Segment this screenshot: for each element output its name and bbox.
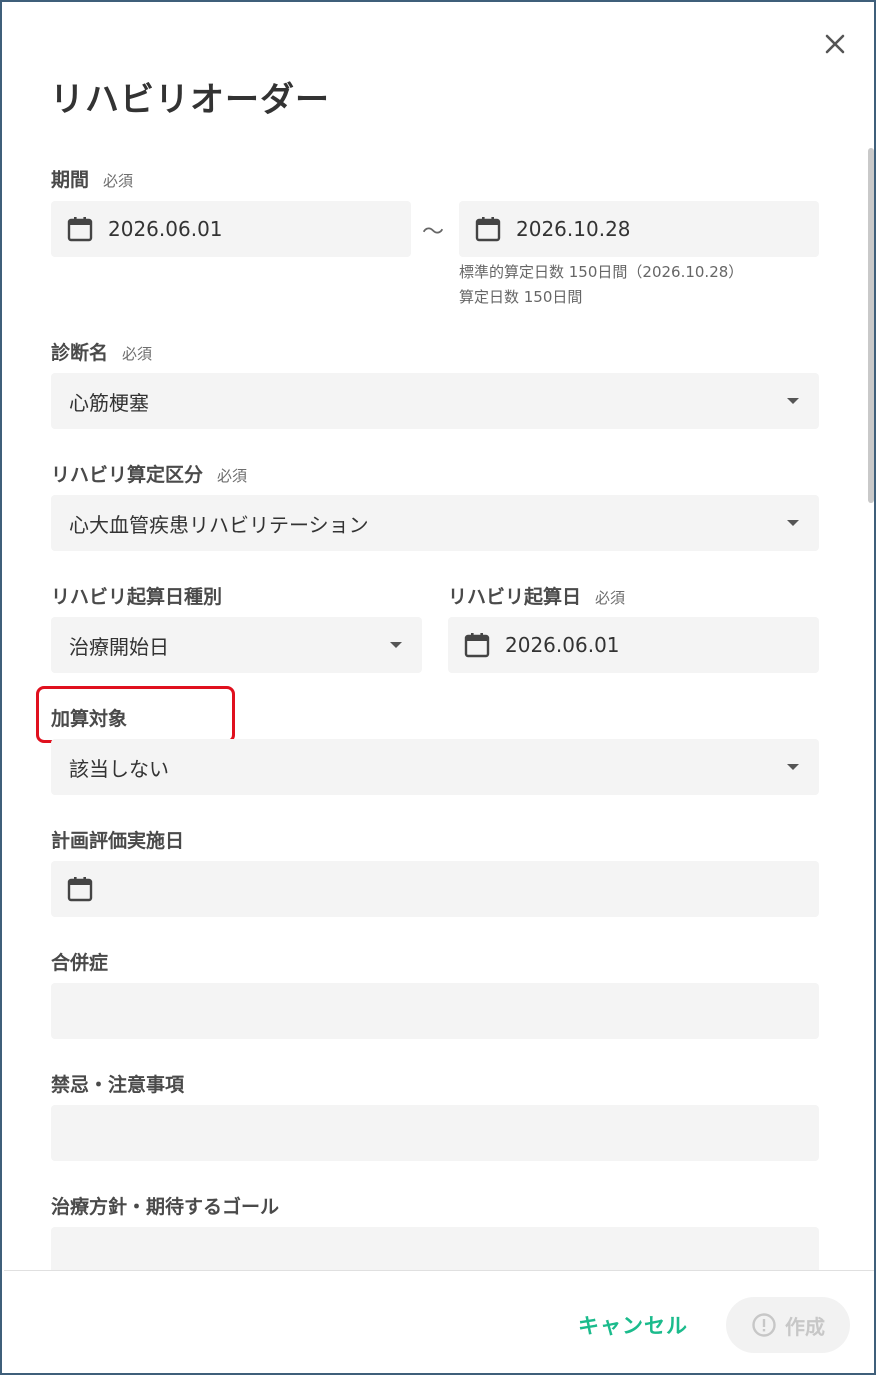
plan-eval-date-field[interactable] (51, 861, 819, 917)
start-type-select[interactable]: 治療開始日 (51, 617, 422, 673)
diagnosis-label: 診断名 必須 (51, 342, 153, 364)
period-label: 期間 必須 (51, 169, 134, 191)
calendar-icon (66, 215, 94, 243)
cancel-button[interactable]: キャンセル (568, 1302, 698, 1348)
contraindications-input[interactable] (51, 1105, 819, 1161)
required-badge: 必須 (595, 589, 626, 607)
calendar-icon (474, 215, 502, 243)
scrollbar-thumb[interactable] (868, 148, 874, 503)
start-date-label: リハビリ起算日 必須 (448, 586, 626, 608)
required-badge: 必須 (122, 345, 153, 363)
addition-target-value: 該当しない (69, 756, 169, 781)
start-date-value: 2026.06.01 (505, 633, 620, 657)
start-type-value: 治療開始日 (69, 634, 169, 659)
rehab-category-label: リハビリ算定区分 必須 (51, 464, 248, 486)
create-button-label: 作成 (785, 1314, 825, 1339)
contraindications-label: 禁忌・注意事項 (51, 1074, 185, 1096)
dropdown-arrow-icon (390, 642, 402, 648)
addition-target-select[interactable]: 該当しない (51, 739, 819, 795)
complications-label: 合併症 (51, 952, 109, 974)
close-button[interactable] (820, 29, 850, 59)
period-start-field[interactable]: 2026.06.01 (51, 201, 411, 257)
calendar-icon (66, 875, 94, 903)
dropdown-arrow-icon (787, 764, 799, 770)
alert-circle-icon (752, 1313, 776, 1337)
required-badge: 必須 (217, 467, 248, 485)
dropdown-arrow-icon (787, 520, 799, 526)
standard-days-note: 標準的算定日数 150日間（2026.10.28） (459, 263, 744, 281)
footer-divider (4, 1270, 874, 1271)
period-end-value: 2026.10.28 (516, 217, 631, 241)
rehab-order-dialog: リハビリオーダー 期間 必須 2026.06.01 ～ 2026.10.28 標… (0, 0, 876, 1375)
dropdown-arrow-icon (787, 398, 799, 404)
rehab-category-value: 心大血管疾患リハビリテーション (69, 512, 369, 537)
calendar-icon (463, 631, 491, 659)
rehab-category-select[interactable]: 心大血管疾患リハビリテーション (51, 495, 819, 551)
plan-eval-date-label: 計画評価実施日 (51, 830, 185, 852)
start-date-field[interactable]: 2026.06.01 (448, 617, 819, 673)
create-button[interactable]: 作成 (726, 1297, 850, 1353)
highlight-box (36, 686, 235, 743)
period-end-field[interactable]: 2026.10.28 (459, 201, 819, 257)
calc-days-note: 算定日数 150日間 (459, 288, 583, 306)
dialog-title: リハビリオーダー (50, 80, 330, 120)
period-separator: ～ (422, 220, 445, 245)
treatment-goal-label: 治療方針・期待するゴール (51, 1196, 280, 1218)
close-icon (825, 34, 845, 54)
treatment-goal-input[interactable] (51, 1227, 819, 1270)
start-type-label: リハビリ起算日種別 (51, 586, 223, 608)
required-badge: 必須 (103, 172, 134, 190)
period-start-value: 2026.06.01 (108, 217, 223, 241)
diagnosis-value: 心筋梗塞 (69, 390, 149, 415)
complications-input[interactable] (51, 983, 819, 1039)
diagnosis-select[interactable]: 心筋梗塞 (51, 373, 819, 429)
